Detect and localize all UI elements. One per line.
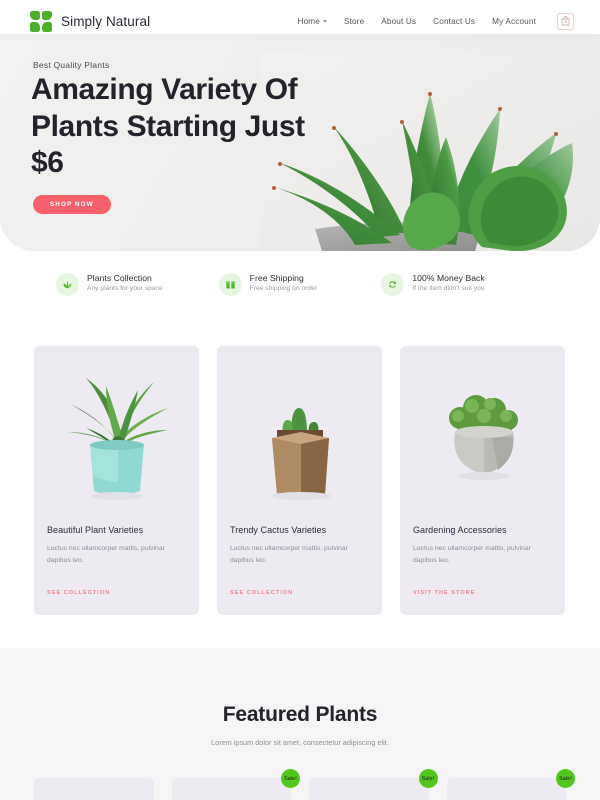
hero-eyebrow: Best Quality Plants (33, 60, 110, 70)
feature-title: Plants Collection (87, 273, 152, 283)
card-text: Luctus nec ullamcorper mattis, pulvinar … (47, 545, 165, 564)
nav-item-about-us[interactable]: About Us (381, 17, 416, 26)
see-collection-link[interactable]: SEE COLLECTION (230, 590, 293, 596)
page-root: Simply Natural Home Store About Us Conta… (0, 0, 600, 800)
feature-title: Free Shipping (249, 273, 304, 283)
collection-card-plants[interactable]: Beautiful Plant Varieties Luctus nec ull… (34, 346, 199, 615)
card-body: Beautiful Plant Varieties Luctus nec ull… (34, 511, 199, 615)
collection-cards: Beautiful Plant Varieties Luctus nec ull… (34, 346, 566, 615)
nav-item-contact-us[interactable]: Contact Us (433, 17, 475, 26)
card-image-aloe (34, 346, 199, 511)
features-row: Plants Collection Any plants for your sp… (0, 273, 600, 296)
product-card[interactable]: Sale! (446, 769, 575, 800)
shop-now-button[interactable]: SHOP NOW (33, 195, 111, 214)
product-card[interactable]: Sale! (309, 769, 438, 800)
card-text: Luctus nec ullamcorper mattis, pulvinar … (230, 545, 348, 564)
nav-item-home[interactable]: Home (298, 17, 327, 26)
chevron-down-icon (322, 20, 327, 23)
leaf-icon (56, 273, 79, 296)
hero-section: Best Quality Plants Amazing Variety Of P… (0, 34, 600, 251)
page-title: Amazing Variety Of Plants Starting Just … (31, 73, 305, 180)
card-title: Gardening Accessories (413, 525, 507, 535)
refresh-icon (381, 273, 405, 296)
nav-label: Home (297, 16, 320, 26)
feature-subtitle: Any plants for your space (87, 285, 163, 292)
see-collection-link[interactable]: SEE COLLECTION (47, 590, 110, 596)
feature-plants-collection[interactable]: Plants Collection Any plants for your sp… (56, 273, 219, 296)
collection-card-accessories[interactable]: Gardening Accessories Luctus nec ullamco… (400, 346, 565, 615)
card-body: Trendy Cactus Varieties Luctus nec ullam… (217, 511, 382, 615)
sale-badge: Sale! (281, 769, 300, 788)
site-header: Simply Natural Home Store About Us Conta… (0, 0, 600, 42)
feature-subtitle: If the item didn't suit you (412, 285, 485, 292)
collection-card-cactus[interactable]: Trendy Cactus Varieties Luctus nec ullam… (217, 346, 382, 615)
card-text: Luctus nec ullamcorper mattis, pulvinar … (413, 545, 531, 564)
card-body: Gardening Accessories Luctus nec ullamco… (400, 511, 565, 615)
card-image-moss (400, 346, 565, 511)
product-card[interactable] (34, 778, 154, 800)
sale-badge: Sale! (556, 769, 575, 788)
brand-logo[interactable]: Simply Natural (30, 10, 151, 32)
nav-item-my-account[interactable]: My Account (492, 17, 536, 26)
shopping-bag-icon (561, 16, 570, 26)
feature-subtitle: Free shipping on order (249, 285, 318, 292)
product-thumb-icon (89, 796, 129, 800)
cart-button[interactable] (557, 12, 574, 30)
brand-name: Simply Natural (61, 13, 151, 29)
card-image-cactus (217, 346, 382, 511)
feature-money-back[interactable]: 100% Money Back If the item didn't suit … (381, 273, 544, 296)
feature-free-shipping[interactable]: Free Shipping Free shipping on order (218, 273, 382, 296)
sale-badge: Sale! (418, 769, 438, 788)
card-title: Beautiful Plant Varieties (47, 525, 144, 535)
section-title: Featured Plants (222, 703, 378, 726)
gift-box-icon (218, 273, 242, 296)
featured-plants-section: Featured Plants Lorem ipsum dolor sit am… (0, 648, 600, 800)
section-subtitle: Lorem ipsum dolor sit amet, consectetur … (211, 738, 389, 747)
logo-icon (30, 10, 52, 32)
nav-item-store[interactable]: Store (344, 17, 364, 26)
featured-products-row: Sale! Sale! Sale! (34, 769, 575, 800)
feature-title: 100% Money Back (412, 273, 485, 283)
main-navigation: Home Store About Us Contact Us My Accoun… (298, 12, 574, 30)
card-title: Trendy Cactus Varieties (230, 525, 327, 535)
visit-the-store-link[interactable]: VISIT THE STORE (413, 590, 475, 596)
product-card[interactable]: Sale! (171, 769, 300, 800)
